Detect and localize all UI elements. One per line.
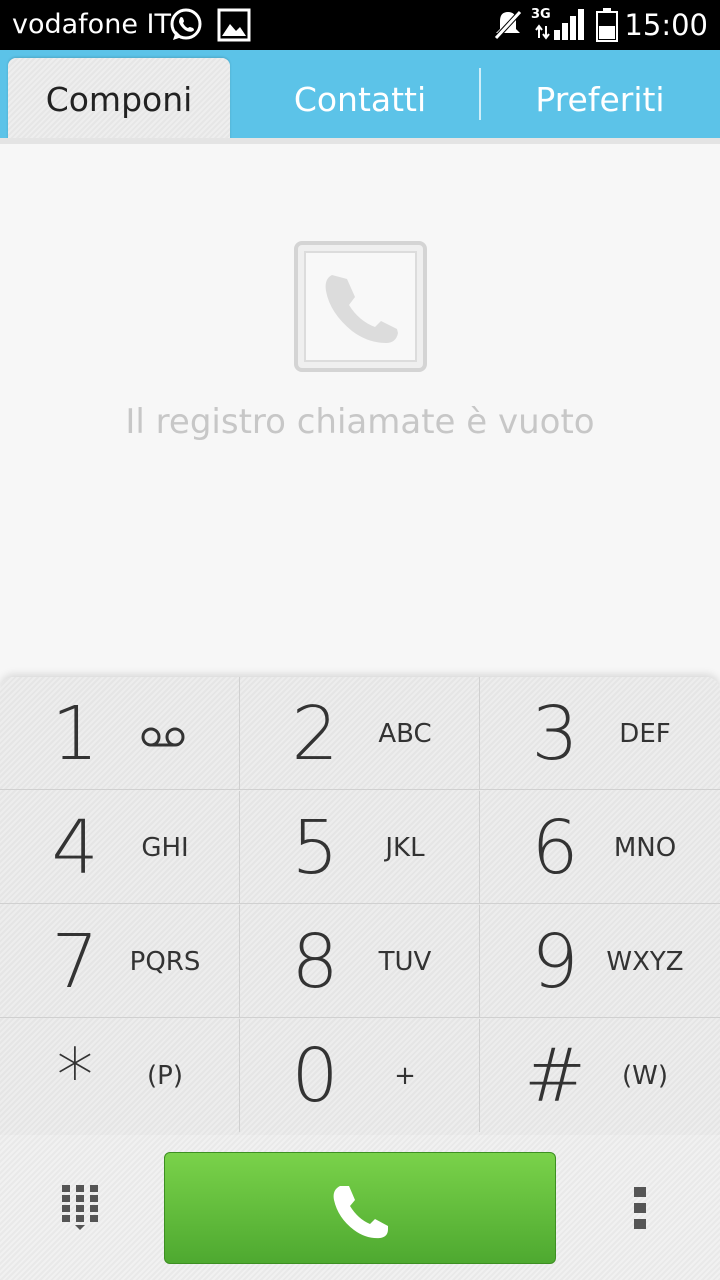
key-9[interactable]: 9 WXYZ [480, 905, 720, 1018]
key-3[interactable]: 3 DEF [480, 677, 720, 790]
key-6[interactable]: 6 MNO [480, 791, 720, 904]
empty-call-log-text: Il registro chiamate è vuoto [125, 402, 595, 442]
key-0[interactable]: 0 + [240, 1019, 480, 1132]
tab-bar: Componi Contatti Preferiti [0, 50, 720, 142]
key-letters: JKL [385, 833, 425, 863]
key-letters: MNO [613, 833, 677, 863]
key-1[interactable]: 1 [0, 677, 240, 790]
key-hash[interactable]: # (W) [480, 1019, 720, 1132]
key-digit: * [56, 1033, 94, 1119]
key-letters: (W) [622, 1061, 668, 1091]
key-5[interactable]: 5 JKL [240, 791, 480, 904]
key-letters: DEF [619, 719, 671, 749]
key-letters: + [394, 1061, 416, 1091]
battery-icon [596, 8, 618, 42]
key-digit: # [523, 1033, 586, 1119]
dialpad: 1 2 ABC 3 DEF 4 GHI 5 JKL 6 MNO 7 PQRS 8… [0, 677, 720, 1135]
overflow-menu-icon[interactable] [634, 1187, 646, 1229]
dialer-action-bar [0, 1135, 720, 1280]
image-icon [217, 8, 251, 42]
key-letters: PQRS [129, 947, 201, 977]
key-digit: 3 [531, 691, 579, 777]
key-digit: 7 [51, 919, 99, 1005]
key-digit: 9 [531, 919, 579, 1005]
key-letters: (P) [147, 1061, 183, 1091]
signal-icon [535, 9, 584, 40]
tab-preferiti[interactable]: Preferiti [480, 78, 720, 122]
status-bar: vodafone IT 3G 15:00 [0, 0, 720, 50]
tab-label: Componi [45, 80, 193, 119]
key-digit: 1 [51, 691, 99, 777]
mute-icon [494, 10, 522, 40]
tab-underline [0, 138, 720, 144]
tab-componi[interactable]: Componi [8, 58, 230, 142]
key-4[interactable]: 4 GHI [0, 791, 240, 904]
clock: 15:00 [624, 8, 708, 42]
phone-icon [294, 241, 427, 372]
dialpad-icon[interactable] [62, 1185, 98, 1231]
key-star[interactable]: * (P) [0, 1019, 240, 1132]
key-2[interactable]: 2 ABC [240, 677, 480, 790]
tab-contatti[interactable]: Contatti [240, 78, 480, 122]
key-digit: 5 [291, 805, 339, 891]
voicemail-icon [141, 727, 185, 747]
key-digit: 0 [291, 1033, 339, 1119]
key-digit: 8 [291, 919, 339, 1005]
key-digit: 6 [531, 805, 579, 891]
carrier-name: vodafone IT [12, 9, 171, 40]
key-7[interactable]: 7 PQRS [0, 905, 240, 1018]
key-digit: 2 [291, 691, 339, 777]
call-icon [333, 1186, 388, 1239]
key-letters: ABC [378, 719, 432, 749]
key-8[interactable]: 8 TUV [240, 905, 480, 1018]
call-button[interactable] [164, 1152, 556, 1264]
key-digit: 4 [51, 805, 99, 891]
whatsapp-icon [170, 8, 202, 40]
key-letters: GHI [141, 833, 189, 863]
key-letters: WXYZ [606, 947, 684, 977]
key-letters: TUV [378, 947, 432, 977]
